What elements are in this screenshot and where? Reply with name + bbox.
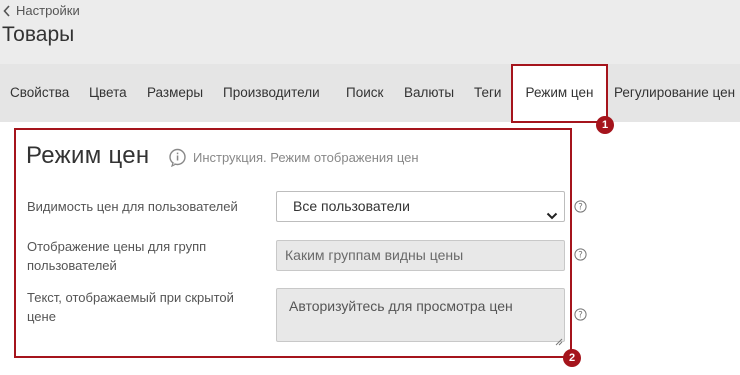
tab-price-mode[interactable]: Режим цен bbox=[512, 64, 607, 122]
tab-manufacturers[interactable]: Производители bbox=[223, 64, 320, 122]
settings-tabs: Свойства Цвета Размеры Производители Пои… bbox=[0, 64, 740, 122]
tab-currencies[interactable]: Валюты bbox=[404, 64, 454, 122]
chevron-left-icon bbox=[2, 4, 12, 18]
resize-grip-icon[interactable] bbox=[555, 332, 563, 346]
tab-price-regulation[interactable]: Регулирование цен bbox=[614, 64, 735, 122]
tab-properties[interactable]: Свойства bbox=[10, 64, 69, 122]
visibility-label: Видимость цен для пользователей bbox=[27, 199, 238, 214]
hidden-price-text-field[interactable]: Авторизуйтесь для просмотра цен bbox=[276, 288, 565, 346]
groups-field-placeholder: Каким группам видны цены bbox=[285, 247, 464, 263]
question-circle-icon[interactable]: ? bbox=[574, 248, 587, 261]
tab-sizes[interactable]: Размеры bbox=[147, 64, 203, 122]
instruction-link[interactable]: Инструкция. Режим отображения цен bbox=[168, 148, 419, 167]
info-bubble-icon bbox=[168, 148, 193, 167]
question-circle-icon[interactable]: ? bbox=[574, 200, 587, 213]
groups-label: Отображение цены для групп пользователей bbox=[27, 239, 207, 273]
groups-field[interactable]: Каким группам видны цены bbox=[276, 240, 565, 271]
visibility-select-value: Все пользователи bbox=[293, 198, 410, 214]
page-title: Товары bbox=[2, 23, 75, 46]
tab-colors[interactable]: Цвета bbox=[89, 64, 127, 122]
tab-search[interactable]: Поиск bbox=[346, 64, 383, 122]
annotation-badge-2: 2 bbox=[563, 349, 581, 367]
visibility-select[interactable]: Все пользователи bbox=[276, 191, 565, 222]
svg-text:?: ? bbox=[578, 311, 583, 321]
instruction-link-label: Инструкция. Режим отображения цен bbox=[193, 150, 419, 165]
svg-text:?: ? bbox=[578, 251, 583, 261]
section-title: Режим цен bbox=[26, 142, 150, 169]
svg-text:?: ? bbox=[578, 203, 583, 213]
hidden-price-text-label: Текст, отображаемый при скрытой цене bbox=[27, 290, 234, 324]
hidden-price-text-value: Авторизуйтесь для просмотра цен bbox=[289, 298, 513, 314]
tab-tags[interactable]: Теги bbox=[474, 64, 501, 122]
back-to-settings-link[interactable]: Настройки bbox=[2, 3, 80, 18]
annotation-badge-1: 1 bbox=[596, 116, 614, 134]
question-circle-icon[interactable]: ? bbox=[574, 308, 587, 321]
page-header: Настройки Товары bbox=[0, 0, 740, 64]
chevron-down-icon bbox=[546, 202, 558, 220]
back-link-label: Настройки bbox=[16, 3, 80, 18]
